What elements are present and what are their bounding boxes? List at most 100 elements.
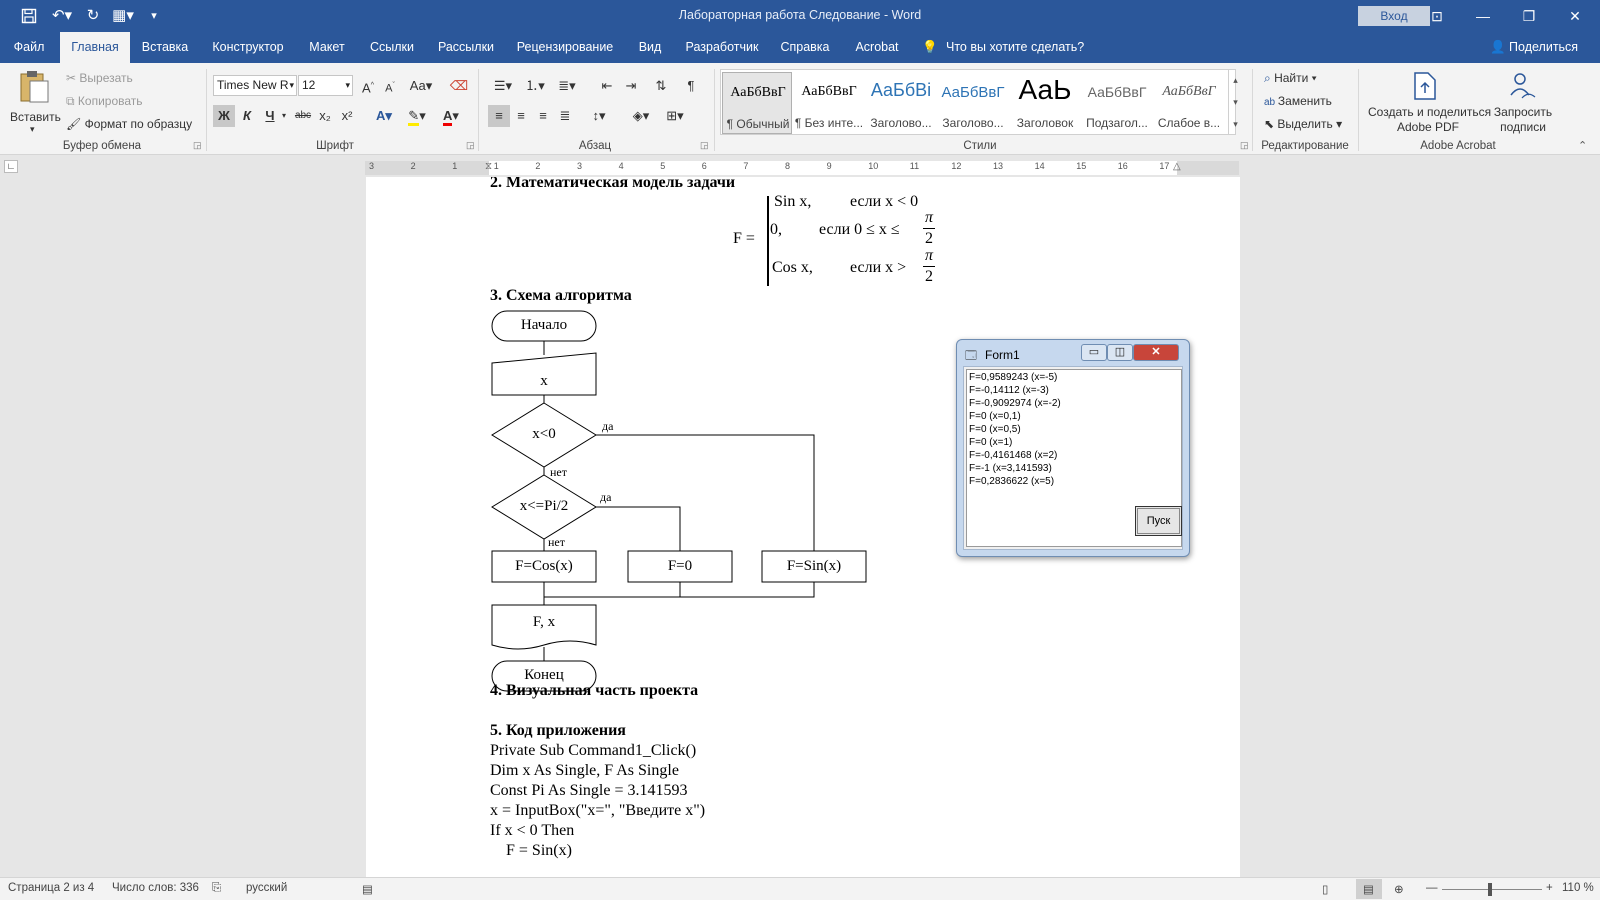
text-effects-icon[interactable]: A▾	[370, 105, 398, 127]
page-counter[interactable]: Страница 2 из 4	[8, 882, 94, 894]
style-normal[interactable]: АаБбВвГ ¶ Обычный	[722, 72, 792, 134]
horizontal-ruler[interactable]: 3 2 1 1 2 3 4 5 6 7 8 9 10 11 12 13 14 15 16 17 ⧖ △	[365, 161, 1239, 175]
form1-title: Form1	[985, 348, 1020, 362]
collapse-ribbon-icon[interactable]: ⌃	[1578, 139, 1587, 152]
cut-button[interactable]: ✂ Вырезать	[66, 71, 133, 85]
style-heading1[interactable]: АаБбВі Заголово...	[866, 72, 936, 134]
create-share-pdf-button[interactable]: Создать и поделиться Adobe PDF	[1364, 69, 1491, 135]
paste-dropdown-icon[interactable]: ▾	[30, 124, 35, 135]
zoom-out-icon[interactable]: —	[1426, 882, 1438, 894]
tab-file[interactable]: Файл	[4, 32, 54, 63]
form-minimize-icon[interactable]: ▭	[1081, 344, 1107, 361]
font-size-select[interactable]: 12 ▾	[298, 75, 353, 96]
copy-button[interactable]: ⧉ Копировать	[66, 94, 143, 109]
sort-icon[interactable]: ⇅	[650, 75, 672, 97]
form-close-icon[interactable]: ✕	[1133, 344, 1179, 361]
clear-formatting-icon[interactable]: ⌫	[448, 75, 470, 97]
align-left-icon[interactable]: ≡	[488, 105, 510, 127]
italic-button[interactable]: К	[236, 105, 258, 127]
underline-dropdown-icon[interactable]: ▾	[278, 105, 290, 127]
tab-selector-icon[interactable]: ∟	[4, 160, 18, 173]
borders-icon[interactable]: ⊞▾	[660, 105, 690, 127]
clipboard-launcher-icon[interactable]: ◲	[193, 140, 202, 151]
style-subtitle[interactable]: АаБбВвГ Подзагол...	[1082, 72, 1152, 134]
tab-home[interactable]: Главная	[60, 32, 130, 63]
pilcrow-icon[interactable]: ¶	[680, 75, 702, 97]
results-listbox[interactable]: F=0,9589243 (x=-5) F=-0,14112 (x=-3) F=-…	[966, 369, 1182, 547]
request-signatures-button[interactable]: Запросить подписи	[1490, 69, 1556, 135]
style-heading2[interactable]: АаБбВвГ Заголово...	[938, 72, 1008, 134]
tab-mailings[interactable]: Рассылки	[430, 32, 502, 63]
font-color-icon[interactable]: A▾	[436, 105, 466, 127]
word-count[interactable]: Число слов: 336	[112, 882, 199, 894]
find-button[interactable]: ⌕ Найти ▾	[1264, 71, 1317, 86]
tab-help[interactable]: Справка	[772, 32, 838, 63]
ruler-tick-label: 3	[577, 161, 583, 171]
superscript-button[interactable]: x²	[336, 105, 358, 127]
tab-review[interactable]: Рецензирование	[510, 32, 620, 63]
zoom-slider-thumb[interactable]	[1488, 883, 1492, 896]
form1-window[interactable]: 🗔 Form1 ▭ ◫ ✕ F=0,9589243 (x=-5) F=-0,14…	[956, 339, 1190, 557]
start-button[interactable]: Пуск	[1135, 506, 1182, 536]
style-title[interactable]: АаЬ Заголовок	[1010, 72, 1080, 134]
font-launcher-icon[interactable]: ◲	[466, 140, 475, 151]
indent-marker-icon[interactable]: ⧖	[485, 161, 492, 172]
decrease-indent-icon[interactable]: ⇤	[596, 75, 618, 97]
zoom-level[interactable]: 110 %	[1562, 882, 1594, 894]
share-button[interactable]: 👤 Поделиться	[1490, 32, 1578, 63]
increase-indent-icon[interactable]: ⇥	[620, 75, 642, 97]
style-subtle-emphasis[interactable]: АаБбВвГ Слабое в...	[1154, 72, 1224, 134]
close-icon[interactable]: ✕	[1552, 0, 1598, 32]
print-layout-glyph: ▤	[1363, 884, 1374, 896]
shading-icon[interactable]: ◈▾	[626, 105, 656, 127]
styles-launcher-icon[interactable]: ◲	[1240, 140, 1249, 151]
tab-layout[interactable]: Макет	[300, 32, 354, 63]
form-maximize-icon[interactable]: ◫	[1107, 344, 1133, 361]
tab-developer[interactable]: Разработчик	[680, 32, 764, 63]
tab-acrobat[interactable]: Acrobat	[846, 32, 908, 63]
zoom-slider[interactable]	[1442, 889, 1542, 890]
change-case-icon[interactable]: Aa▾	[406, 75, 436, 97]
web-layout-icon[interactable]: ⊕	[1394, 882, 1404, 896]
paragraph-launcher-icon[interactable]: ◲	[700, 140, 709, 151]
list-item: F=-0,14112 (x=-3)	[969, 385, 1049, 396]
replace-button[interactable]: ab Заменить	[1264, 94, 1332, 108]
font-family-select[interactable]: Times New R ▾	[213, 75, 297, 96]
grow-font-icon[interactable]: A^	[357, 75, 379, 97]
line-spacing-icon[interactable]: ↕▾	[584, 105, 614, 127]
styles-group-label: Стили	[963, 140, 997, 152]
proofing-icon[interactable]: ⎘	[212, 882, 221, 895]
tab-design[interactable]: Конструктор	[204, 32, 292, 63]
paste-button[interactable]: Вставить ▾	[8, 69, 61, 135]
bullets-icon[interactable]: ☰▾	[488, 75, 518, 97]
align-right-icon[interactable]: ≡	[532, 105, 554, 127]
tab-view[interactable]: Вид	[628, 32, 672, 63]
ribbon-display-icon[interactable]: ⊡	[1414, 0, 1460, 32]
restore-icon[interactable]: ❐	[1506, 0, 1552, 32]
minimize-icon[interactable]: —	[1460, 0, 1506, 32]
zoom-in-icon[interactable]: +	[1546, 882, 1553, 894]
multilevel-list-icon[interactable]: ≣▾	[552, 75, 582, 97]
read-mode-icon[interactable]: ▯	[1322, 882, 1328, 896]
justify-icon[interactable]: ≣	[554, 105, 576, 127]
code-line-1: Private Sub Command1_Click()	[490, 742, 697, 759]
styles-scroll[interactable]: ▴ ▾ ▾	[1228, 69, 1242, 135]
tab-references[interactable]: Ссылки	[362, 32, 422, 63]
subscript-button[interactable]: x₂	[314, 105, 336, 127]
right-indent-marker-icon[interactable]: △	[1173, 161, 1181, 172]
numbering-icon[interactable]: ⒈▾	[520, 75, 550, 97]
language-indicator[interactable]: русский	[246, 882, 287, 894]
bold-button[interactable]: Ж	[213, 105, 235, 127]
strikethrough-button[interactable]: abc	[292, 105, 314, 127]
shrink-font-icon[interactable]: Aˇ	[379, 75, 401, 97]
align-center-icon[interactable]: ≡	[510, 105, 532, 127]
highlight-icon[interactable]: ✎▾	[402, 105, 432, 127]
list-item: F=0 (x=0,5)	[969, 424, 1021, 435]
macro-record-icon[interactable]: ▤	[362, 882, 373, 896]
copy-icon: ⧉	[66, 94, 78, 108]
tell-me-search[interactable]: Что вы хотите сделать?	[946, 32, 1096, 63]
format-painter-button[interactable]: 🖌 Формат по образцу	[66, 117, 192, 131]
style-no-spacing[interactable]: АаБбВвГ ¶ Без инте...	[794, 72, 864, 134]
tab-insert[interactable]: Вставка	[134, 32, 196, 63]
select-button[interactable]: ⬉ Выделить ▾	[1264, 117, 1342, 131]
